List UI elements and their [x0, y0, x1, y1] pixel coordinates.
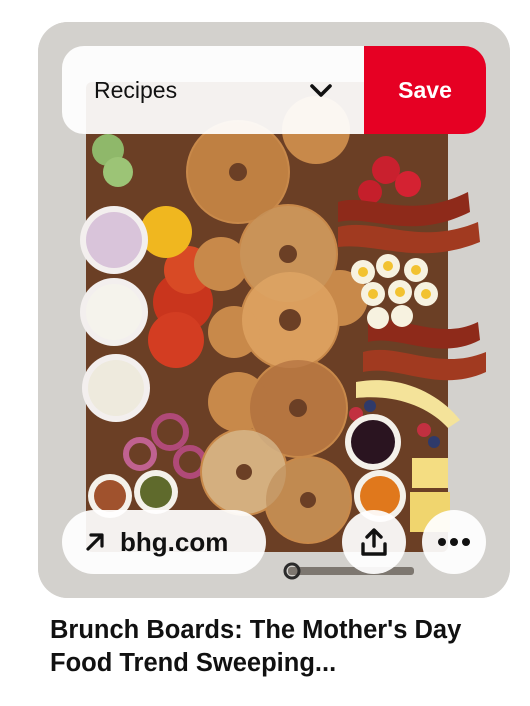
- source-domain: bhg.com: [120, 526, 229, 557]
- board-selector-label: Recipes: [94, 76, 178, 103]
- ellipsis-icon: [438, 538, 470, 546]
- more-options-button[interactable]: [422, 510, 486, 574]
- chevron-down-icon: [310, 84, 332, 97]
- share-upload-icon: [361, 528, 387, 556]
- board-selector-dropdown[interactable]: Recipes: [62, 46, 364, 134]
- arrow-up-right-icon: [86, 533, 104, 551]
- pin-title[interactable]: Brunch Boards: The Mother's Day Food Tre…: [50, 614, 490, 680]
- share-button[interactable]: [342, 510, 406, 574]
- source-link[interactable]: bhg.com: [62, 510, 266, 574]
- save-button[interactable]: Save: [364, 46, 486, 134]
